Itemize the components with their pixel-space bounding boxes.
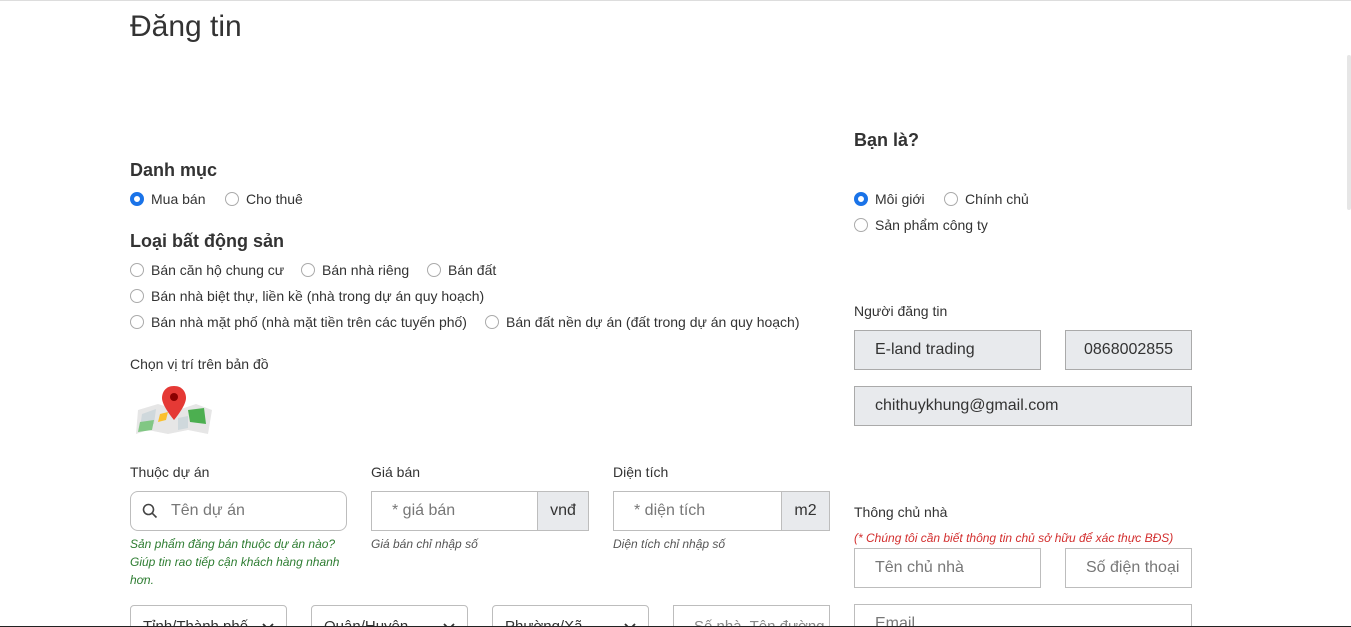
page-scrollbar[interactable] [1347,55,1351,210]
property-type-radio-house[interactable]: Bán nhà riêng [301,262,409,278]
area-label: Diện tích [613,464,669,480]
property-type-radio-apartment[interactable]: Bán căn hộ chung cư [130,262,284,278]
category-heading: Danh mục [130,160,218,180]
radio-unchecked-icon [427,263,441,277]
poster-name-value: E-land trading [875,341,975,358]
price-hint: Giá bán chỉ nhập số [371,537,478,551]
poster-name-field: E-land trading [854,330,1041,370]
property-type-radio-project-land[interactable]: Bán đất nền dự án (đất trong dự án quy h… [485,314,800,330]
category-radio-sale[interactable]: Mua bán [130,191,205,207]
radio-label: Bán đất nền dự án (đất trong dự án quy h… [506,314,800,330]
radio-label: Sản phẩm công ty [875,217,988,233]
street-input[interactable]: Số nhà, Tên đường [673,605,830,627]
radio-unchecked-icon [485,315,499,329]
owner-phone-placeholder: Số điện thoại [1086,559,1180,576]
owner-name-placeholder: Tên chủ nhà [875,559,964,576]
area-unit-addon: m2 [782,491,830,531]
property-type-radio-villa[interactable]: Bán nhà biệt thự, liền kề (nhà trong dự … [130,288,484,304]
radio-unchecked-icon [854,218,868,232]
role-radio-owner[interactable]: Chính chủ [944,191,1029,207]
owner-name-input[interactable]: Tên chủ nhà [854,548,1041,588]
area-hint: Diện tích chỉ nhập số [613,537,726,551]
radio-unchecked-icon [225,192,239,206]
radio-label: Bán nhà biệt thự, liền kề (nhà trong dự … [151,288,485,304]
radio-unchecked-icon [130,315,144,329]
map-pin-icon[interactable] [134,384,214,436]
radio-checked-icon [130,192,144,206]
property-type-radio-land[interactable]: Bán đất [427,262,496,278]
project-search-input[interactable]: Tên dự án [130,491,347,531]
radio-label: Mua bán [151,191,206,207]
radio-unchecked-icon [301,263,315,277]
role-radio-broker[interactable]: Môi giới [854,191,925,207]
area-placeholder: * diện tích [634,502,706,519]
price-unit-addon: vnđ [538,491,589,531]
poster-phone-field: 0868002855 [1065,330,1192,370]
radio-unchecked-icon [130,289,144,303]
page-title: Đăng tin [130,10,242,43]
role-heading: Bạn là? [854,130,920,150]
owner-phone-input[interactable]: Số điện thoại [1065,548,1192,588]
role-radio-company[interactable]: Sản phẩm công ty [854,217,988,233]
district-select[interactable]: Quận/Huyện [311,605,468,627]
price-placeholder: * giá bán [392,502,456,519]
map-label: Chọn vị trí trên bản đồ [130,356,269,372]
radio-label: Bán nhà riêng [322,262,410,278]
province-select[interactable]: Tỉnh/Thành phố [130,605,287,627]
radio-unchecked-icon [944,192,958,206]
radio-unchecked-icon [130,263,144,277]
top-divider [0,0,1351,1]
project-hint: Sản phẩm đăng bán thuộc dự án nào? Giúp … [130,537,340,587]
radio-label: Bán đất [448,262,497,278]
ward-select[interactable]: Phường/Xã [492,605,649,627]
owner-label: Thông chủ nhà [854,504,948,520]
radio-label: Cho thuê [246,191,303,207]
poster-label: Người đăng tin [854,303,948,319]
owner-note: (* Chúng tôi cần biết thông tin chủ sở h… [854,531,1174,545]
radio-label: Môi giới [875,191,925,207]
radio-label: Chính chủ [965,191,1029,207]
price-input[interactable]: * giá bán [371,491,538,531]
radio-label: Bán nhà mặt phố (nhà mặt tiền trên các t… [151,314,467,330]
property-type-radio-street-house[interactable]: Bán nhà mặt phố (nhà mặt tiền trên các t… [130,314,467,330]
project-label: Thuộc dự án [130,464,210,480]
price-label: Giá bán [371,464,421,480]
property-type-heading: Loại bất động sản [130,231,285,251]
category-radio-rent[interactable]: Cho thuê [225,191,303,207]
poster-phone-value: 0868002855 [1084,341,1173,358]
radio-label: Bán căn hộ chung cư [151,262,285,278]
owner-email-input[interactable]: Email [854,604,1192,627]
search-icon [142,503,158,524]
project-search-placeholder: Tên dự án [171,502,245,519]
area-input[interactable]: * diện tích [613,491,782,531]
poster-email-field: chithuykhung@gmail.com [854,386,1192,426]
poster-email-value: chithuykhung@gmail.com [875,397,1059,414]
radio-checked-icon [854,192,868,206]
